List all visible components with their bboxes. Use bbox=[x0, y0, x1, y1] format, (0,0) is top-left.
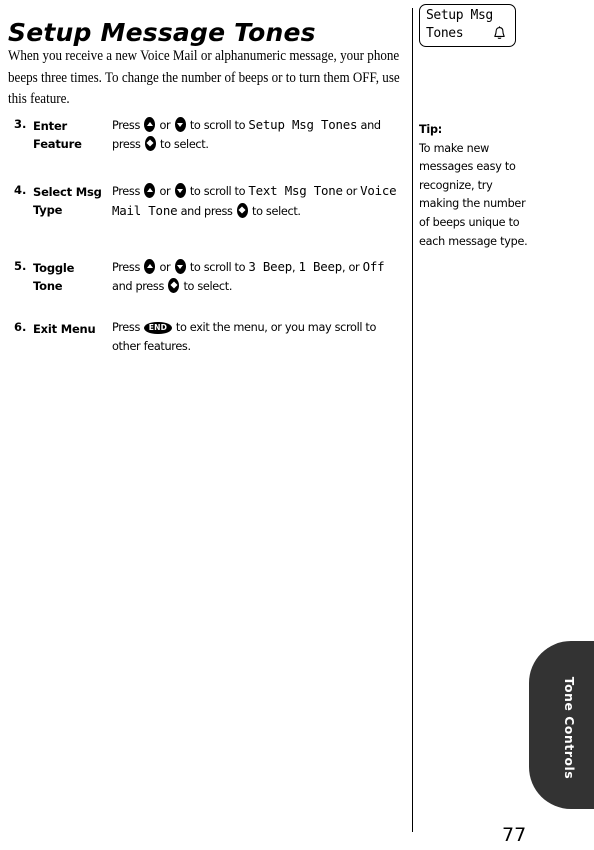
step-row: 5. Toggle Tone Press or to scroll to 3 Bee… bbox=[0, 259, 412, 320]
scroll-down-key-icon bbox=[174, 259, 186, 274]
tip-heading: Tip: bbox=[419, 123, 442, 136]
scroll-down-key-icon bbox=[174, 117, 186, 132]
select-key-icon bbox=[168, 277, 180, 293]
scroll-up-key-icon bbox=[144, 117, 156, 132]
step-label: Toggle Tone bbox=[33, 261, 75, 293]
end-key-icon: END bbox=[144, 321, 172, 334]
step-instruction: Press or to scroll to 3 Beep, 1 Beep, or… bbox=[112, 259, 385, 293]
step-number: 3. bbox=[14, 117, 27, 131]
step-instruction: Press or to scroll to Setup Msg Tones an… bbox=[112, 117, 381, 151]
step-number: 4. bbox=[14, 183, 27, 197]
select-key-icon bbox=[236, 202, 248, 218]
scroll-up-key-icon bbox=[144, 259, 156, 274]
step-row: 6. Exit Menu Press END to exit the menu, o… bbox=[0, 320, 412, 380]
lcd-term: 3 Beep bbox=[248, 259, 292, 274]
main-content-column: Setup Message Tones When you receive a n… bbox=[0, 0, 412, 850]
tip-text: To make new messages easy to recognize, … bbox=[419, 141, 528, 248]
step-number: 6. bbox=[14, 320, 27, 334]
lcd-line-2: Tones bbox=[426, 26, 464, 41]
scroll-up-key-icon bbox=[144, 183, 156, 198]
step-label: Exit Menu bbox=[33, 322, 96, 336]
tip-block: Tip: To make new messages easy to recogn… bbox=[419, 121, 531, 251]
step-row: 4. Select Msg Type Press or to scroll to T… bbox=[0, 183, 412, 259]
bell-icon bbox=[493, 26, 506, 41]
step-label: Select Msg Type bbox=[33, 185, 102, 217]
lcd-line-1: Setup Msg bbox=[426, 8, 493, 23]
lcd-term: Off bbox=[362, 259, 385, 274]
scroll-down-key-icon bbox=[174, 183, 186, 198]
phone-lcd-display: Setup Msg Tones bbox=[419, 4, 516, 47]
lcd-term: 1 Beep bbox=[298, 259, 343, 274]
intro-paragraph: When you receive a new Voice Mail or alp… bbox=[8, 47, 400, 108]
page-number: 77 bbox=[502, 824, 527, 846]
step-instruction: Press END to exit the menu, or you may s… bbox=[112, 321, 377, 353]
page-title: Setup Message Tones bbox=[8, 17, 316, 47]
section-tab-label: Tone Controls bbox=[562, 676, 576, 780]
step-instruction: Press or to scroll to Text Msg Tone or V… bbox=[112, 183, 397, 218]
lcd-term: Text Msg Tone bbox=[248, 183, 343, 198]
step-label: Enter Feature bbox=[33, 119, 82, 151]
section-tab: Tone Controls bbox=[529, 641, 594, 809]
select-key-icon bbox=[144, 135, 156, 151]
step-number: 5. bbox=[14, 259, 27, 273]
step-row: 3. Enter Feature Press or to scroll to Set… bbox=[0, 117, 412, 183]
lcd-term: Setup Msg Tones bbox=[248, 117, 358, 132]
